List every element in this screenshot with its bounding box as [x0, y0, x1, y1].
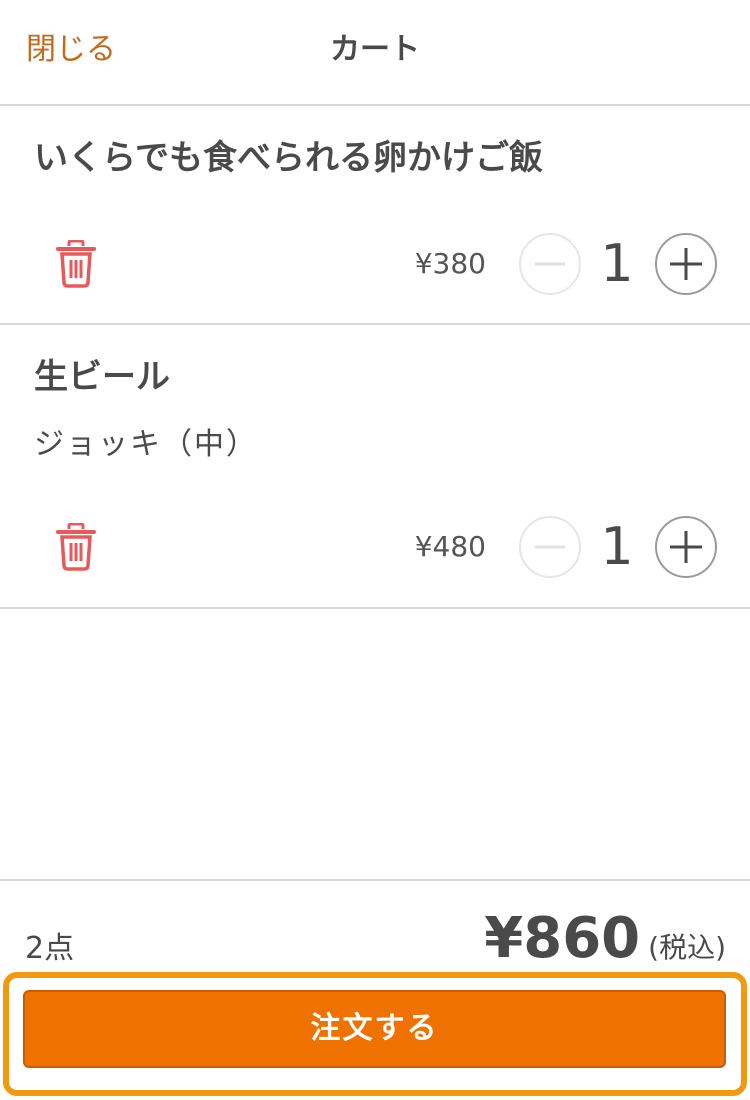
item-price: ¥480	[414, 530, 486, 563]
plus-icon	[670, 248, 702, 280]
page-title: カート	[330, 32, 420, 67]
delete-item-button[interactable]	[54, 522, 98, 571]
quantity-value: 1	[600, 517, 634, 577]
order-button-focus-ring: 注文する	[3, 972, 747, 1096]
decrease-quantity-button[interactable]	[519, 233, 581, 295]
item-count: 2点	[25, 931, 75, 966]
cart-item: 生ビール ジョッキ（中） ¥480 1	[0, 325, 750, 609]
quantity-value: 1	[600, 234, 634, 294]
trash-icon	[56, 239, 96, 288]
item-price: ¥380	[414, 247, 486, 280]
header: 閉じる カート	[0, 0, 750, 106]
increase-quantity-button[interactable]	[655, 233, 717, 295]
cart-footer: 2点 ¥860 (税込) 注文する	[0, 879, 750, 1100]
item-name: いくらでも食べられる卵かけご飯	[34, 138, 543, 178]
decrease-quantity-button[interactable]	[519, 516, 581, 578]
item-option: ジョッキ（中）	[34, 427, 258, 462]
total-price: ¥860	[484, 906, 641, 971]
trash-icon	[56, 522, 96, 571]
minus-icon	[535, 545, 565, 549]
increase-quantity-button[interactable]	[655, 516, 717, 578]
order-button[interactable]: 注文する	[23, 990, 726, 1068]
plus-icon	[670, 531, 702, 563]
cart-item: いくらでも食べられる卵かけご飯 ¥380 1	[0, 106, 750, 325]
total-summary: ¥860 (税込)	[484, 907, 726, 971]
minus-icon	[535, 262, 565, 266]
tax-note: (税込)	[648, 931, 726, 964]
item-name: 生ビール	[34, 357, 170, 397]
delete-item-button[interactable]	[54, 239, 98, 288]
